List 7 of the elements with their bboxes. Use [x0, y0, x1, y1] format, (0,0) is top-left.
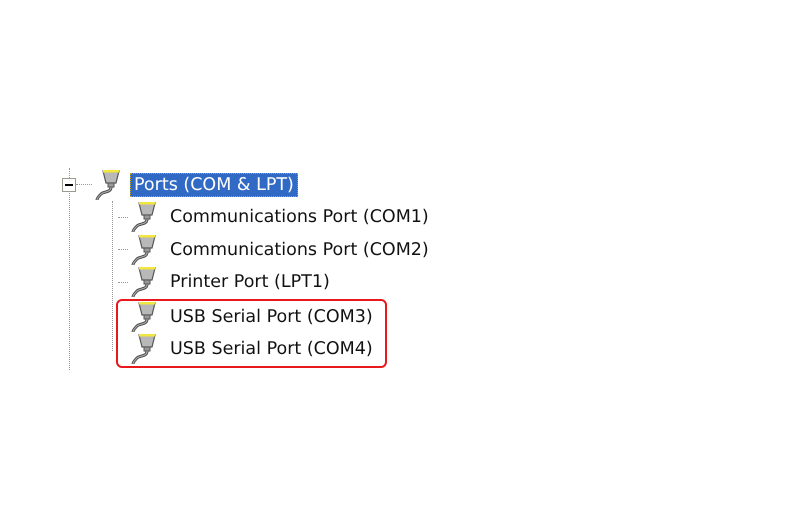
- tree-item[interactable]: USB Serial Port (COM4): [166, 337, 377, 362]
- tree-item[interactable]: USB Serial Port (COM3): [166, 304, 377, 329]
- collapse-toggle[interactable]: [62, 178, 76, 192]
- tree-item[interactable]: Ports (COM & LPT): [130, 172, 298, 196]
- tree-item[interactable]: Printer Port (LPT1): [166, 270, 334, 294]
- tree-item[interactable]: Communications Port (COM1): [166, 205, 433, 230]
- tree-item[interactable]: Communications Port (COM2): [166, 238, 433, 262]
